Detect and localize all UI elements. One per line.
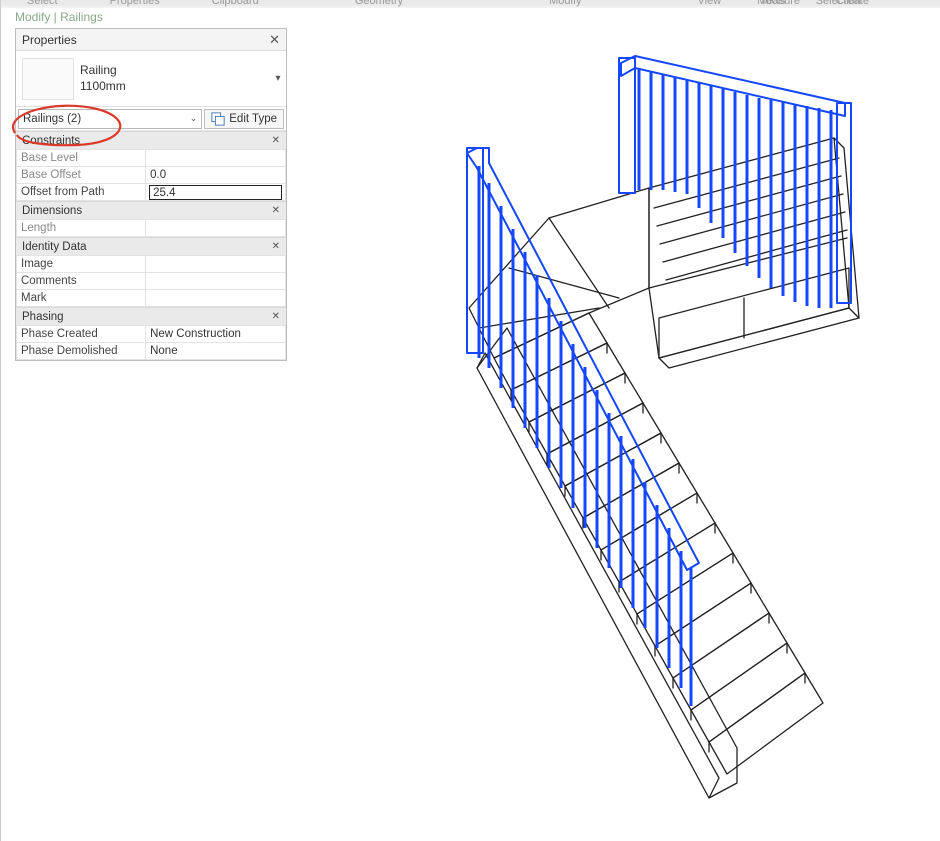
param-label: Comments — [17, 273, 146, 290]
section-header-dimensions[interactable]: Dimensions ✕ — [16, 201, 286, 219]
param-label: Mark — [17, 290, 146, 307]
ribbon-label: Select — [1, 0, 84, 9]
params-dimensions: Length — [16, 219, 286, 237]
param-row[interactable]: Mark — [17, 290, 286, 307]
ribbon-right-labels: Tools Selection — [760, 0, 860, 7]
properties-panel-title: Properties — [22, 33, 77, 47]
param-value[interactable] — [146, 256, 286, 273]
instance-filter-label: Railings (2) — [23, 113, 81, 125]
app-window: Select Properties Clipboard Geometry Mod… — [0, 0, 940, 841]
params-phasing: Phase Created New Construction Phase Dem… — [16, 325, 286, 360]
section-title: Identity Data — [22, 241, 87, 253]
param-row[interactable]: Base Offset 0.0 — [17, 167, 286, 184]
param-label: Base Level — [17, 150, 146, 167]
edit-type-label: Edit Type — [229, 113, 277, 125]
section-title: Phasing — [22, 311, 64, 323]
param-label: Length — [17, 220, 146, 237]
param-value[interactable]: 0.0 — [146, 167, 286, 184]
type-selector-text: Railing 1100mm — [80, 63, 270, 94]
param-value[interactable]: New Construction — [146, 326, 286, 343]
contextual-tab[interactable]: Modify | Railings — [15, 10, 103, 30]
params-constraints: Base Level Base Offset 0.0 Offset from P… — [16, 149, 286, 201]
family-name: Railing — [80, 63, 270, 79]
edit-type-button[interactable]: Edit Type — [204, 109, 284, 129]
section-header-identity[interactable]: Identity Data ✕ — [16, 237, 286, 255]
param-value[interactable]: 25.4 — [146, 184, 286, 201]
type-thumbnail — [22, 58, 74, 100]
param-label: Phase Demolished — [17, 343, 146, 360]
param-row[interactable]: Phase Demolished None — [17, 343, 286, 360]
instance-filter-combo[interactable]: Railings (2) ⌄ — [18, 109, 202, 129]
param-value[interactable] — [146, 150, 286, 167]
close-icon[interactable]: ✕ — [269, 32, 280, 48]
collapse-icon[interactable]: ✕ — [272, 205, 280, 216]
param-value[interactable] — [146, 273, 286, 290]
param-row[interactable]: Phase Created New Construction — [17, 326, 286, 343]
param-value[interactable] — [146, 290, 286, 307]
section-header-phasing[interactable]: Phasing ✕ — [16, 307, 286, 325]
stair-3d-view — [289, 8, 940, 838]
section-title: Dimensions — [22, 205, 82, 217]
collapse-icon[interactable]: ✕ — [272, 241, 280, 252]
type-selector[interactable]: Railing 1100mm ▾ — [16, 51, 286, 107]
param-label: Image — [17, 256, 146, 273]
collapse-icon[interactable]: ✕ — [272, 311, 280, 322]
param-value[interactable]: None — [146, 343, 286, 360]
param-row[interactable]: Image — [17, 256, 286, 273]
section-header-constraints[interactable]: Constraints ✕ — [16, 131, 286, 149]
dropdown-icon[interactable]: ▾ — [270, 73, 286, 84]
instance-row: Railings (2) ⌄ Edit Type — [16, 107, 286, 131]
param-value[interactable] — [146, 220, 286, 237]
param-label: Base Offset — [17, 167, 146, 184]
properties-panel-title-bar[interactable]: Properties ✕ — [16, 29, 286, 51]
param-row[interactable]: Length — [17, 220, 286, 237]
param-row[interactable]: Comments — [17, 273, 286, 290]
chevron-down-icon: ⌄ — [190, 113, 198, 124]
ribbon-label: Clipboard — [186, 0, 285, 9]
ribbon-label: Selection — [786, 0, 861, 7]
param-row[interactable]: Offset from Path 25.4 — [17, 184, 286, 201]
properties-panel: Properties ✕ Railing 1100mm ▾ Railings (… — [15, 28, 287, 361]
section-title: Constraints — [22, 135, 80, 147]
param-label: Phase Created — [17, 326, 146, 343]
param-row[interactable]: Base Level — [17, 150, 286, 167]
param-label: Offset from Path — [17, 184, 146, 201]
edit-type-icon — [211, 112, 225, 126]
params-identity: Image Comments Mark — [16, 255, 286, 307]
collapse-icon[interactable]: ✕ — [272, 135, 280, 146]
ribbon-label: Properties — [84, 0, 186, 9]
type-name: 1100mm — [80, 79, 270, 95]
ribbon-label: Tools — [760, 0, 786, 7]
drawing-canvas[interactable] — [289, 8, 940, 841]
